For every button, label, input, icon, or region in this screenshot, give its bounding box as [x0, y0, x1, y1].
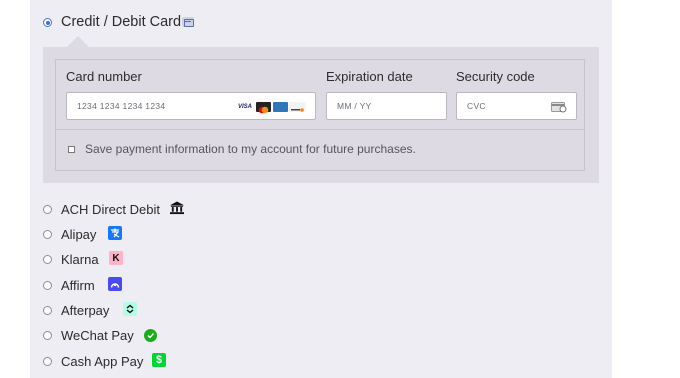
klarna-icon: K [109, 251, 123, 265]
afterpay-radio[interactable] [43, 306, 52, 315]
card-method-radio[interactable] [43, 18, 52, 27]
affirm-icon [108, 277, 122, 291]
save-payment-checkbox[interactable] [68, 146, 75, 153]
discover-icon [289, 102, 306, 112]
wechat-pay-icon [144, 329, 157, 342]
card-number-label: Card number [66, 69, 142, 84]
alipay-radio[interactable] [43, 230, 52, 239]
bank-icon [170, 201, 184, 215]
afterpay-label: Afterpay [61, 303, 110, 318]
cash-app-icon: $ [152, 353, 166, 367]
alipay-icon [108, 226, 122, 240]
klarna-radio[interactable] [43, 255, 52, 264]
affirm-radio[interactable] [43, 281, 52, 290]
expiration-input[interactable]: MM / YY [326, 92, 447, 120]
afterpay-icon [123, 302, 137, 316]
klarna-label: Klarna [61, 252, 99, 267]
cash-app-pay-radio[interactable] [43, 357, 52, 366]
security-code-placeholder: CVC [467, 101, 486, 111]
card-method-title[interactable]: Credit / Debit Card [61, 14, 181, 30]
credit-card-icon [182, 17, 194, 27]
cvc-card-icon [551, 100, 567, 118]
affirm-label: Affirm [61, 278, 95, 293]
visa-icon: VISA [238, 102, 255, 112]
form-caret [67, 36, 89, 47]
expiration-placeholder: MM / YY [337, 101, 372, 111]
amex-icon [273, 102, 288, 112]
cash-app-pay-label: Cash App Pay [61, 354, 144, 369]
card-number-placeholder: 1234 1234 1234 1234 [77, 101, 166, 111]
alipay-label: Alipay [61, 227, 97, 242]
wechat-pay-label: WeChat Pay [61, 328, 134, 343]
security-code-input[interactable]: CVC [456, 92, 577, 120]
card-number-input[interactable]: 1234 1234 1234 1234 VISA [66, 92, 316, 120]
save-payment-label: Save payment information to my account f… [85, 142, 416, 156]
security-code-label: Security code [456, 69, 535, 84]
ach-radio[interactable] [43, 205, 52, 214]
mastercard-icon [256, 102, 271, 114]
ach-label: ACH Direct Debit [61, 202, 160, 217]
wechat-pay-radio[interactable] [43, 331, 52, 340]
expiration-label: Expiration date [326, 69, 413, 84]
